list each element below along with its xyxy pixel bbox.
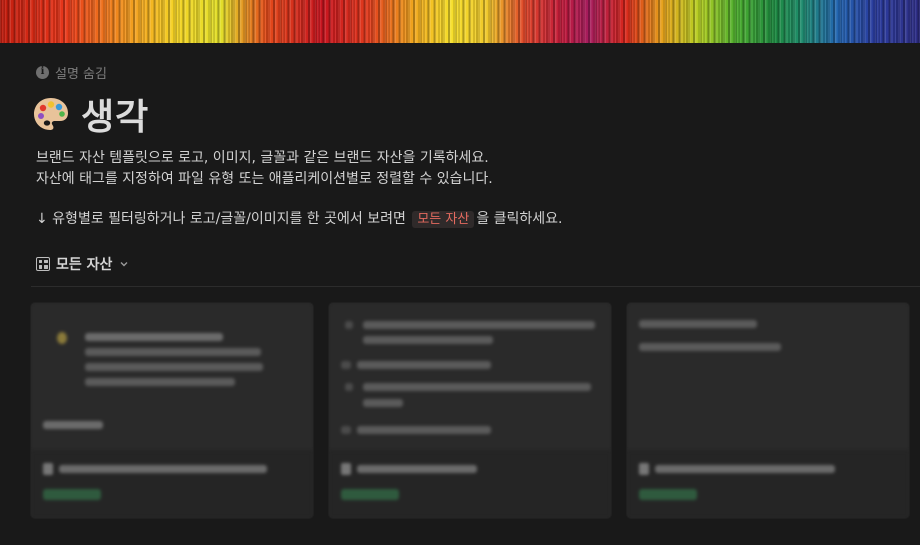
document-icon (341, 463, 351, 475)
page-title-row: 생각 (31, 90, 149, 138)
card-preview (329, 303, 611, 451)
chevron-down-icon (120, 262, 128, 267)
description-line-2: 자산에 태그를 지정하여 파일 유형 또는 애플리케이션별로 정렬할 수 있습니… (36, 171, 493, 187)
gallery-card[interactable] (31, 303, 313, 518)
description-line-3: ↓ 유형별로 필터링하거나 로고/글꼴/이미지를 한 곳에서 보려면 모든 자산… (36, 208, 563, 228)
all-assets-inline-code: 모든 자산 (412, 211, 475, 228)
view-tab-label: 모든 자산 (56, 257, 113, 273)
card-tag (341, 489, 399, 500)
card-tag (639, 489, 697, 500)
gallery-icon (36, 257, 50, 271)
card-preview (31, 303, 313, 451)
lightbulb-icon (57, 332, 67, 344)
card-preview (627, 303, 909, 451)
cover-image[interactable] (0, 0, 920, 43)
gallery-card[interactable] (329, 303, 611, 518)
palette-icon[interactable] (31, 94, 71, 134)
gallery-card[interactable] (627, 303, 909, 518)
page-title[interactable]: 생각 (81, 88, 149, 140)
description-line-3-prefix: ↓ 유형별로 필터링하거나 로고/글꼴/이미지를 한 곳에서 보려면 (36, 211, 406, 227)
card-tag (43, 489, 101, 500)
info-icon: i (36, 65, 49, 79)
card-footer (31, 451, 313, 518)
card-footer (627, 451, 909, 518)
view-divider (31, 286, 920, 287)
hide-description-button[interactable]: i 설명 숨김 (36, 63, 107, 82)
view-tab-all-assets[interactable]: 모든 자산 (36, 254, 128, 274)
card-footer (329, 451, 611, 518)
description-line-1: 브랜드 자산 템플릿으로 로고, 이미지, 글꼴과 같은 브랜드 자산을 기록하… (36, 150, 489, 166)
hide-description-label: 설명 숨김 (55, 66, 107, 82)
document-icon (43, 463, 53, 475)
description-line-3-suffix: 을 클릭하세요. (476, 211, 563, 227)
document-icon (639, 463, 649, 475)
